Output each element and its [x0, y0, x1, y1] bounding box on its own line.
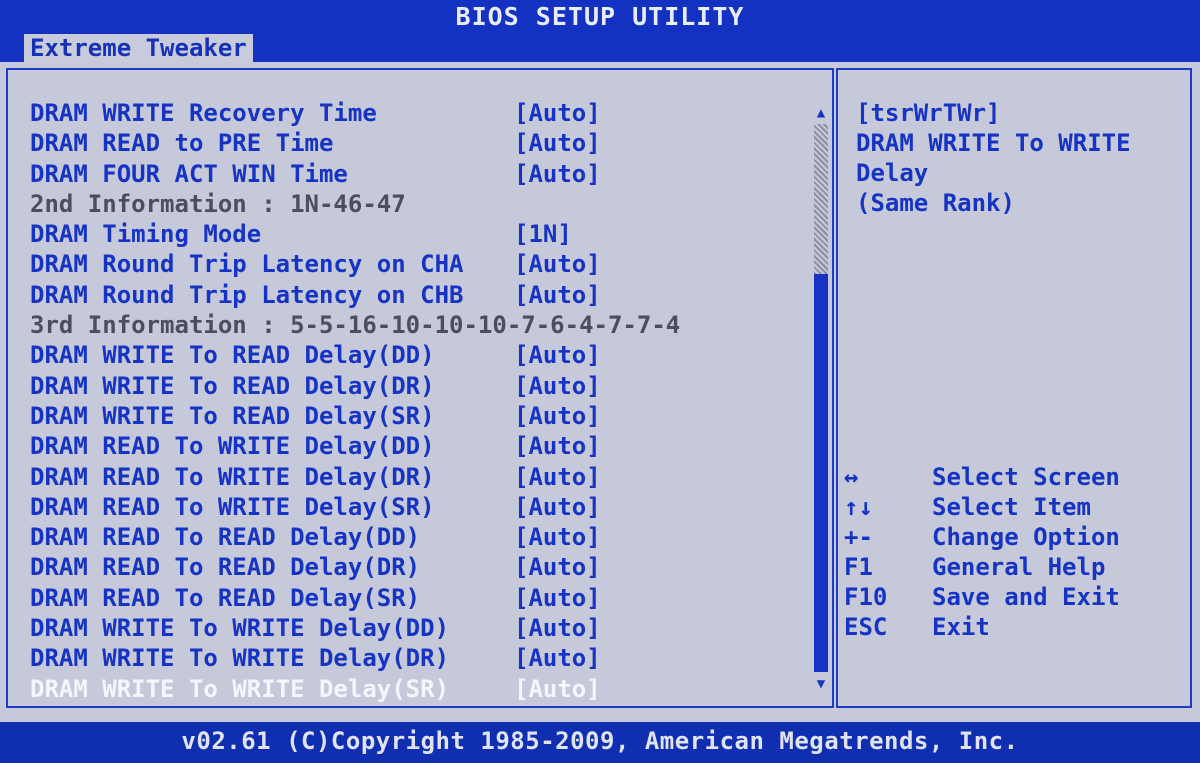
setting-label: DRAM WRITE To READ Delay(SR) [30, 401, 435, 430]
key-legend: ↔ Select Screen ↑↓ Select Item +- Change Op… [844, 462, 1184, 642]
key-description: Select Screen [932, 463, 1120, 491]
settings-panel: DRAM WRITE Recovery Time [Auto] DRAM READ… [6, 68, 834, 708]
setting-value[interactable]: [Auto] [514, 643, 601, 673]
key-row: ↑↓ Select Item [844, 492, 1184, 522]
setting-row[interactable]: DRAM READ to PRE Time [Auto] [30, 128, 810, 158]
setting-value[interactable]: [Auto] [514, 674, 601, 704]
setting-label: DRAM WRITE Recovery Time [30, 99, 377, 127]
key-row: ESC Exit [844, 612, 1184, 642]
up-down-arrow-icon: ↑↓ [844, 493, 873, 521]
setting-row[interactable]: DRAM READ To WRITE Delay(SR) [Auto] [30, 492, 810, 522]
help-panel: [tsrWrTWr] DRAM WRITE To WRITE Delay (Sa… [836, 68, 1192, 708]
setting-label: DRAM READ To WRITE Delay(DR) [30, 462, 435, 491]
setting-label: DRAM WRITE To READ Delay(DD) [30, 341, 435, 370]
key-description: Change Option [932, 523, 1120, 551]
setting-value[interactable]: [Auto] [514, 431, 601, 461]
setting-row[interactable]: DRAM READ To READ Delay(SR) [Auto] [30, 583, 810, 613]
setting-label: DRAM READ To READ Delay(DR) [30, 553, 421, 582]
setting-value[interactable]: [Auto] [514, 613, 601, 643]
help-line: [tsrWrTWr] [856, 99, 1001, 127]
setting-label: DRAM READ To WRITE Delay(DD) [30, 432, 435, 461]
setting-row[interactable]: DRAM WRITE To READ Delay(DR) [Auto] [30, 371, 810, 401]
setting-label: DRAM WRITE To WRITE Delay(DD) [30, 614, 450, 643]
info-row: 2nd Information : 1N-46-47 [30, 189, 810, 219]
setting-value[interactable]: [Auto] [514, 401, 601, 431]
bios-title: BIOS SETUP UTILITY [0, 0, 1200, 34]
tab-extreme-tweaker[interactable]: Extreme Tweaker [24, 34, 253, 62]
help-line: (Same Rank) [856, 189, 1015, 217]
scroll-down-icon[interactable]: ▼ [812, 675, 830, 693]
setting-row[interactable]: DRAM Round Trip Latency on CHB [Auto] [30, 280, 810, 310]
setting-row[interactable]: DRAM WRITE Recovery Time [Auto] [30, 98, 810, 128]
setting-row[interactable]: DRAM WRITE To WRITE Delay(DD) [Auto] [30, 613, 810, 643]
setting-label: DRAM Round Trip Latency on CHA [30, 250, 464, 279]
setting-row[interactable]: DRAM FOUR ACT WIN Time [Auto] [30, 159, 810, 189]
setting-row[interactable]: DRAM READ To READ Delay(DR) [Auto] [30, 552, 810, 582]
copyright-footer: v02.61 (C)Copyright 1985-2009, American … [0, 722, 1200, 763]
help-line: Delay [856, 159, 929, 187]
setting-value[interactable]: [Auto] [514, 340, 601, 370]
setting-row[interactable]: DRAM WRITE To WRITE Delay(DR) [Auto] [30, 643, 810, 673]
setting-label: DRAM READ To READ Delay(DD) [30, 523, 421, 552]
setting-label: DRAM Round Trip Latency on CHB [30, 280, 464, 309]
info-row: 3rd Information : 5-5-16-10-10-10-7-6-4-… [30, 310, 810, 340]
setting-value[interactable]: [Auto] [514, 462, 601, 492]
scrollbar[interactable]: ▲ ▼ [812, 98, 830, 698]
help-line: DRAM WRITE To WRITE [856, 129, 1131, 157]
f10-key: F10 [844, 583, 888, 611]
scroll-thumb[interactable] [814, 124, 828, 274]
scroll-up-icon[interactable]: ▲ [812, 104, 830, 122]
setting-label: DRAM FOUR ACT WIN Time [30, 159, 348, 188]
setting-label: DRAM WRITE To READ Delay(DR) [30, 371, 435, 400]
setting-value[interactable]: [Auto] [514, 98, 601, 128]
esc-key: ESC [844, 613, 888, 641]
setting-value[interactable]: [Auto] [514, 552, 601, 582]
setting-label: DRAM READ to PRE Time [30, 129, 334, 158]
key-description: Save and Exit [932, 583, 1120, 611]
key-description: General Help [932, 553, 1106, 581]
setting-label: DRAM READ To WRITE Delay(SR) [30, 492, 435, 521]
menu-bar: Extreme Tweaker [0, 34, 1200, 62]
setting-row[interactable]: DRAM Round Trip Latency on CHA [Auto] [30, 249, 810, 279]
setting-value[interactable]: [Auto] [514, 583, 601, 613]
setting-value[interactable]: [Auto] [514, 371, 601, 401]
settings-list: DRAM WRITE Recovery Time [Auto] DRAM READ… [30, 98, 810, 704]
setting-value[interactable]: [Auto] [514, 159, 601, 189]
key-row: ↔ Select Screen [844, 462, 1184, 492]
setting-label: DRAM WRITE To WRITE Delay(SR) [30, 674, 450, 703]
key-row: +- Change Option [844, 522, 1184, 552]
setting-row[interactable]: DRAM READ To READ Delay(DD) [Auto] [30, 522, 810, 552]
f1-key: F1 [844, 553, 873, 581]
plus-minus-key: +- [844, 523, 873, 551]
info-text: 3rd Information : 5-5-16-10-10-10-7-6-4-… [30, 311, 681, 340]
setting-value[interactable]: [Auto] [514, 249, 601, 279]
help-description: [tsrWrTWr] DRAM WRITE To WRITE Delay (Sa… [856, 98, 1186, 218]
setting-label: DRAM WRITE To WRITE Delay(DR) [30, 644, 450, 673]
setting-row[interactable]: DRAM Timing Mode [1N] [30, 219, 810, 249]
setting-row[interactable]: DRAM WRITE To READ Delay(DD) [Auto] [30, 340, 810, 370]
setting-label: DRAM READ To READ Delay(SR) [30, 583, 421, 612]
setting-row-selected[interactable]: DRAM WRITE To WRITE Delay(SR) [Auto] [30, 674, 810, 704]
info-text: 2nd Information : 1N-46-47 [30, 189, 406, 218]
key-row: F10 Save and Exit [844, 582, 1184, 612]
setting-value[interactable]: [1N] [514, 219, 572, 249]
setting-value[interactable]: [Auto] [514, 280, 601, 310]
setting-value[interactable]: [Auto] [514, 492, 601, 522]
key-row: F1 General Help [844, 552, 1184, 582]
setting-row[interactable]: DRAM WRITE To READ Delay(SR) [Auto] [30, 401, 810, 431]
setting-value[interactable]: [Auto] [514, 522, 601, 552]
key-description: Exit [932, 613, 990, 641]
setting-label: DRAM Timing Mode [30, 220, 262, 249]
left-right-arrow-icon: ↔ [844, 463, 859, 491]
body-panel: DRAM WRITE Recovery Time [Auto] DRAM READ… [0, 62, 1200, 722]
key-description: Select Item [932, 493, 1091, 521]
setting-row[interactable]: DRAM READ To WRITE Delay(DD) [Auto] [30, 431, 810, 461]
setting-row[interactable]: DRAM READ To WRITE Delay(DR) [Auto] [30, 462, 810, 492]
setting-value[interactable]: [Auto] [514, 128, 601, 158]
